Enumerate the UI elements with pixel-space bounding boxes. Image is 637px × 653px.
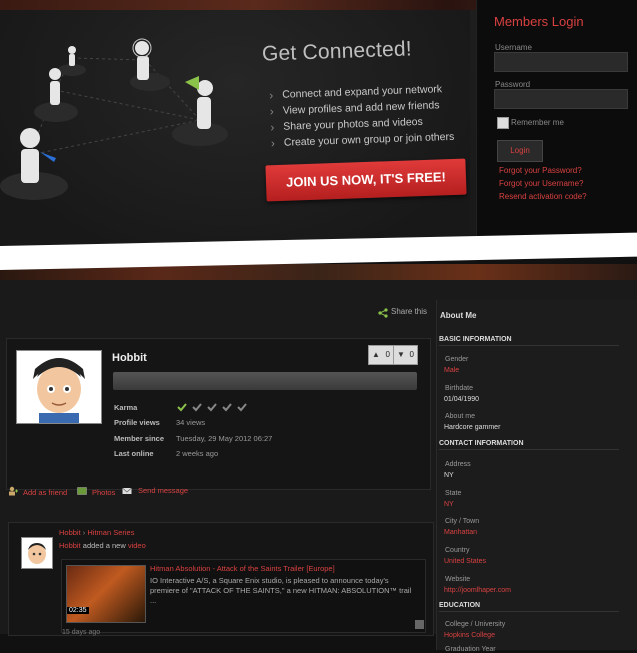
get-connected-title: Get Connected! <box>261 37 413 66</box>
dislike-count: 0 <box>409 350 414 359</box>
thumbs-up-icon: ▲ <box>372 350 380 359</box>
remember-me-checkbox[interactable] <box>497 117 509 129</box>
member-since-label: Member since <box>114 434 165 443</box>
basic-info-header: BASIC INFORMATION <box>439 336 619 346</box>
location-pin-icon[interactable] <box>415 620 424 629</box>
username-label: Username <box>495 43 532 52</box>
thumbs-down-icon: ▼ <box>397 350 405 359</box>
video-card: 02:35 Hitman Absolution - Attack of the … <box>61 559 426 633</box>
username-input[interactable] <box>494 52 628 72</box>
profile-card: Hobbit ▲ 0 ▼ 0 Karma Profile views 34 view… <box>6 338 431 490</box>
state-label: State <box>445 490 462 497</box>
address-value: NY <box>444 472 454 479</box>
share-icon[interactable] <box>378 308 388 318</box>
website-label: Website <box>445 576 471 583</box>
network-figures-illustration <box>0 38 228 200</box>
about-me-label: About me <box>445 413 475 420</box>
birthdate-value: 01/04/1990 <box>444 396 480 403</box>
about-me-value: Hardcore gammer <box>444 424 501 431</box>
activity-header: Hobbit › Hitman Series <box>59 528 134 537</box>
activity-avatar <box>21 537 53 569</box>
country-label: Country <box>445 547 470 554</box>
profile-username: Hobbit <box>112 352 147 364</box>
gender-label: Gender <box>445 356 469 363</box>
activity-time: 15 days ago <box>62 629 101 636</box>
forgot-password-link[interactable]: Forgot your Password? <box>499 166 582 175</box>
country-value[interactable]: United States <box>444 558 486 565</box>
members-login-panel: Members Login Username Password Remember… <box>476 0 637 250</box>
get-connected-banner: Get Connected! Connect and expand your n… <box>0 10 470 250</box>
avatar <box>16 350 102 424</box>
dislike-button[interactable]: ▼ 0 <box>393 346 417 364</box>
activity-stream: Hobbit › Hitman Series Hobbit added a ne… <box>8 522 434 636</box>
login-title: Members Login <box>494 14 584 29</box>
video-thumbnail[interactable] <box>66 565 146 623</box>
photos-icon[interactable] <box>77 486 87 496</box>
resend-activation-link[interactable]: Resend activation code? <box>499 192 587 201</box>
add-friend-icon[interactable] <box>8 486 18 496</box>
karma-inactive-icon <box>207 403 217 412</box>
profile-views-label: Profile views <box>114 418 160 427</box>
karma-inactive-icon <box>237 403 247 412</box>
profile-content: Share this Hobbit ▲ 0 ▼ 0 Karma Profile … <box>0 280 637 653</box>
karma-inactive-icon <box>222 403 232 412</box>
vote-box: ▲ 0 ▼ 0 <box>368 345 418 365</box>
address-label: Address <box>445 461 471 468</box>
college-value[interactable]: Hopkins College <box>444 632 495 639</box>
arrow-right-icon: › <box>82 528 86 537</box>
karma-active-icon <box>177 403 187 412</box>
remember-me-label: Remember me <box>511 118 564 127</box>
last-online-value: 2 weeks ago <box>176 449 219 458</box>
member-since-value: Tuesday, 29 May 2012 06:27 <box>176 434 273 443</box>
join-now-button[interactable]: JOIN US NOW, IT'S FREE! <box>265 158 467 202</box>
profile-area: Share this Hobbit ▲ 0 ▼ 0 Karma Profile … <box>0 264 637 653</box>
education-header: EDUCATION <box>439 602 619 612</box>
karma-label: Karma <box>114 403 138 412</box>
activity-action: added a new <box>82 541 126 550</box>
about-me-title: About Me <box>440 311 477 320</box>
status-bar <box>113 372 417 390</box>
send-message-link[interactable]: Send message <box>138 486 188 495</box>
password-input[interactable] <box>494 89 628 109</box>
login-button[interactable]: Login <box>497 140 543 162</box>
share-this-link[interactable]: Share this <box>391 307 427 316</box>
profile-views-value: 34 views <box>176 418 206 427</box>
add-friend-link[interactable]: Add as friend <box>23 488 67 497</box>
website-link[interactable]: http://joomlhaper.com <box>444 587 511 594</box>
last-online-label: Last online <box>114 449 154 458</box>
feature-list: Connect and expand your network View pro… <box>269 81 455 151</box>
video-description: IO Interactive A/S, a Square Enix studio… <box>150 576 412 605</box>
activity-line: Hobbit added a new video <box>59 541 146 550</box>
state-value[interactable]: NY <box>444 501 454 508</box>
city-value[interactable]: Manhattan <box>444 529 477 536</box>
about-me-panel: About Me BASIC INFORMATION Gender Male B… <box>436 300 637 653</box>
like-count: 0 <box>385 350 390 359</box>
activity-user-link[interactable]: Hobbit <box>59 528 81 537</box>
city-label: City / Town <box>445 518 480 525</box>
like-button[interactable]: ▲ 0 <box>369 346 393 364</box>
send-message-icon[interactable] <box>122 486 132 496</box>
photos-link[interactable]: Photos <box>92 488 115 497</box>
graduation-label: Graduation Year <box>445 646 496 653</box>
gender-value[interactable]: Male <box>444 367 459 374</box>
contact-info-header: CONTACT INFORMATION <box>439 440 619 450</box>
college-label: College / University <box>445 621 506 628</box>
top-banner: Get Connected! Connect and expand your n… <box>0 0 637 250</box>
forgot-username-link[interactable]: Forgot your Username? <box>499 179 583 188</box>
video-title-link[interactable]: Hitman Absolution - Attack of the Saints… <box>150 564 335 573</box>
video-duration: 02:35 <box>67 607 89 614</box>
karma-inactive-icon <box>192 403 202 412</box>
activity-target-link[interactable]: Hitman Series <box>87 528 134 537</box>
password-label: Password <box>495 80 531 89</box>
activity-user-link[interactable]: Hobbit <box>59 541 81 550</box>
birthdate-label: Birthdate <box>445 385 474 392</box>
activity-object-link[interactable]: video <box>128 541 146 550</box>
